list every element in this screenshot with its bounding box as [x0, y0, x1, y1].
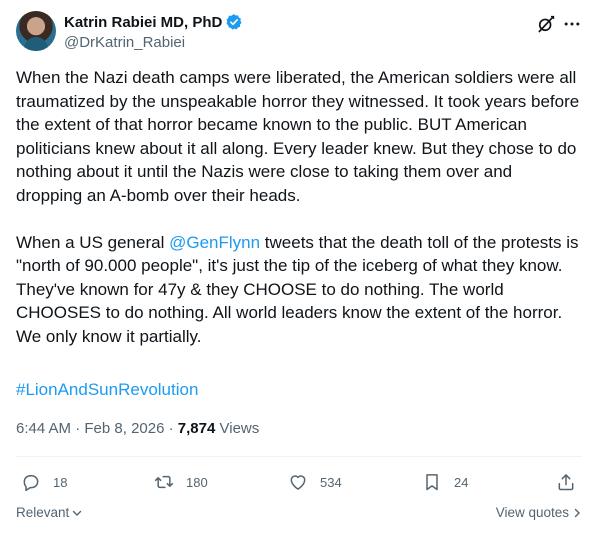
avatar[interactable]: [16, 11, 56, 51]
tweet-date[interactable]: Feb 8, 2026: [84, 420, 164, 437]
divider: [16, 456, 582, 457]
display-name-row: Katrin Rabiei MD, PhD: [64, 12, 243, 32]
share-icon: [558, 474, 574, 491]
chevron-down-icon: [73, 510, 82, 516]
display-name[interactable]: Katrin Rabiei MD, PhD: [64, 14, 222, 31]
heart-icon: [290, 475, 306, 490]
mention-link[interactable]: @GenFlynn: [169, 233, 260, 252]
action-bar: 18 180 534 24: [16, 467, 582, 497]
verified-badge-icon[interactable]: [225, 13, 243, 31]
sort-label: Relevant: [16, 505, 70, 520]
meta-separator-2: ·: [168, 420, 174, 437]
views-label: Views: [219, 420, 260, 437]
more-icon[interactable]: [562, 14, 582, 34]
views-count: 7,874: [177, 420, 216, 437]
retweet-button[interactable]: 180: [154, 467, 208, 497]
tweet-time[interactable]: 6:44 AM: [16, 420, 71, 437]
tweet-meta: 6:44 AM · Feb 8, 2026 · 7,874 Views: [16, 420, 259, 440]
meta-separator: ·: [75, 420, 81, 437]
tweet-body: When the Nazi death camps were liberated…: [16, 66, 582, 348]
like-button[interactable]: 534: [288, 467, 342, 497]
reply-button[interactable]: 18: [21, 467, 67, 497]
reply-icon: [23, 475, 39, 492]
tweet-paragraph-2: When a US general @GenFlynn tweets that …: [16, 231, 582, 349]
reply-count: 18: [53, 474, 68, 490]
retweet-count: 180: [186, 474, 208, 490]
author-handle[interactable]: @DrKatrin_Rabiei: [64, 34, 243, 53]
author-block: Katrin Rabiei MD, PhD @DrKatrin_Rabiei: [64, 12, 243, 53]
tweet-header: Katrin Rabiei MD, PhD @DrKatrin_Rabiei: [16, 11, 582, 53]
chevron-right-icon: [574, 508, 580, 517]
paragraph-2-start: When a US general: [16, 232, 170, 252]
view-quotes-link[interactable]: View quotes: [496, 505, 582, 520]
replies-controls: Relevant View quotes: [16, 505, 582, 525]
sort-dropdown[interactable]: Relevant: [16, 505, 82, 520]
bookmark-icon: [426, 474, 438, 491]
retweet-icon: [154, 475, 174, 489]
bookmark-count: 24: [454, 474, 469, 490]
tweet-paragraph-1: When the Nazi death camps were liberated…: [16, 68, 580, 205]
grok-icon[interactable]: [536, 14, 556, 34]
bookmark-button[interactable]: 24: [422, 467, 468, 497]
hashtag-link[interactable]: #LionAndSunRevolution: [16, 380, 198, 402]
share-button[interactable]: [556, 467, 576, 497]
view-quotes-label: View quotes: [495, 505, 569, 520]
like-count: 534: [320, 474, 342, 490]
